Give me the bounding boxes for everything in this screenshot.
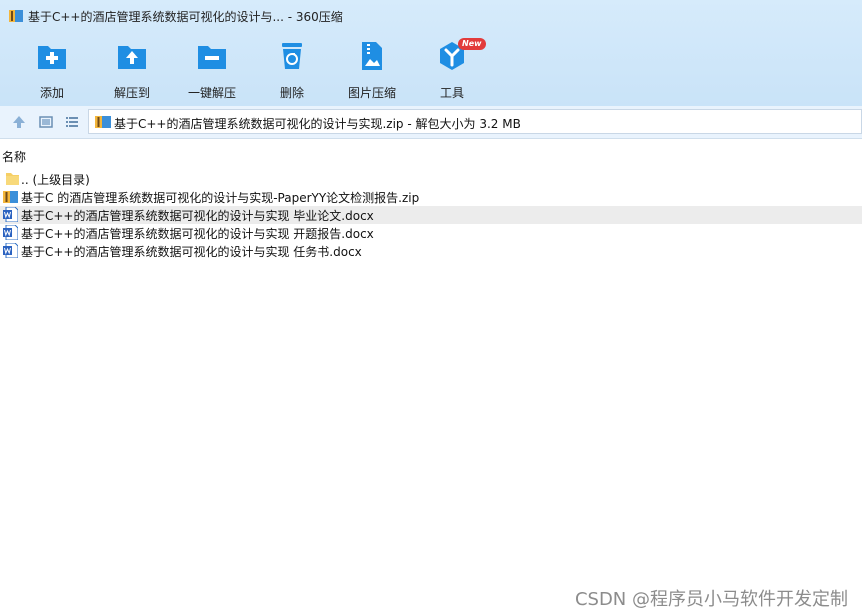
list-item-parent-directory[interactable]: .. (上级目录) <box>0 170 862 188</box>
extract-to-icon <box>118 46 146 69</box>
file-name: 基于C++的酒店管理系统数据可视化的设计与实现 开题报告.docx <box>21 227 374 241</box>
word-document-icon <box>3 225 18 240</box>
one-click-extract-button[interactable]: 一键解压 <box>172 40 252 100</box>
list-header: 名称 <box>0 147 862 165</box>
extract-to-label: 解压到 <box>113 86 150 100</box>
one-click-extract-icon <box>198 46 226 69</box>
list-item-selected[interactable]: 基于C++的酒店管理系统数据可视化的设计与实现 毕业论文.docx <box>0 206 862 224</box>
title-bar: 基于C++的酒店管理系统数据可视化的设计与... - 360压缩 <box>0 0 862 32</box>
word-document-icon <box>3 207 18 222</box>
folder-icon <box>6 173 19 185</box>
tools-label: 工具 <box>439 86 464 100</box>
file-name: .. (上级目录) <box>21 173 90 187</box>
address-row: 基于C++的酒店管理系统数据可视化的设计与实现.zip - 解包大小为 3.2 … <box>0 106 862 139</box>
add-icon <box>38 46 66 69</box>
file-name: 基于C++的酒店管理系统数据可视化的设计与实现 任务书.docx <box>21 245 362 259</box>
tools-button[interactable]: New 工具 <box>412 38 492 100</box>
image-compress-label: 图片压缩 <box>347 86 396 100</box>
zip-archive-icon <box>3 191 18 203</box>
window-title: 基于C++的酒店管理系统数据可视化的设计与... - 360压缩 <box>28 10 343 24</box>
toolbar: 添加 解压到 一键解压 删除 图片压缩 New 工具 <box>0 32 862 106</box>
watermark: CSDN @程序员小马软件开发定制 <box>574 589 848 610</box>
extract-to-button[interactable]: 解压到 <box>92 40 172 100</box>
add-label: 添加 <box>39 86 64 100</box>
list-item[interactable]: 基于C++的酒店管理系统数据可视化的设计与实现 开题报告.docx <box>0 224 862 242</box>
list-item[interactable]: 基于C++的酒店管理系统数据可视化的设计与实现 任务书.docx <box>0 242 862 260</box>
zip-archive-icon <box>95 116 111 128</box>
address-text: 基于C++的酒店管理系统数据可视化的设计与实现.zip - 解包大小为 3.2 … <box>114 117 521 131</box>
column-header-name[interactable]: 名称 <box>2 148 26 165</box>
word-document-icon <box>3 243 18 258</box>
file-name: 基于C++的酒店管理系统数据可视化的设计与实现 毕业论文.docx <box>21 209 374 223</box>
file-name: 基于C 的酒店管理系统数据可视化的设计与实现-PaperYY论文检测报告.zip <box>21 191 420 205</box>
thumbnail-view-icon[interactable] <box>38 114 54 130</box>
delete-button[interactable]: 删除 <box>252 40 332 100</box>
image-compress-button[interactable]: 图片压缩 <box>332 40 412 100</box>
list-view-icon[interactable] <box>64 114 80 130</box>
image-compress-icon <box>362 42 382 70</box>
new-badge: New <box>458 38 486 50</box>
one-click-extract-label: 一键解压 <box>187 86 236 100</box>
up-arrow-icon[interactable] <box>11 114 27 130</box>
add-button[interactable]: 添加 <box>12 40 92 100</box>
delete-label: 删除 <box>279 86 304 100</box>
delete-icon <box>282 43 302 69</box>
zip-archive-icon <box>9 10 23 22</box>
address-bar[interactable]: 基于C++的酒店管理系统数据可视化的设计与实现.zip - 解包大小为 3.2 … <box>88 109 862 134</box>
list-item[interactable]: 基于C 的酒店管理系统数据可视化的设计与实现-PaperYY论文检测报告.zip <box>0 188 862 206</box>
title-toolbar-area: 基于C++的酒店管理系统数据可视化的设计与... - 360压缩 添加 解压到 <box>0 0 862 106</box>
